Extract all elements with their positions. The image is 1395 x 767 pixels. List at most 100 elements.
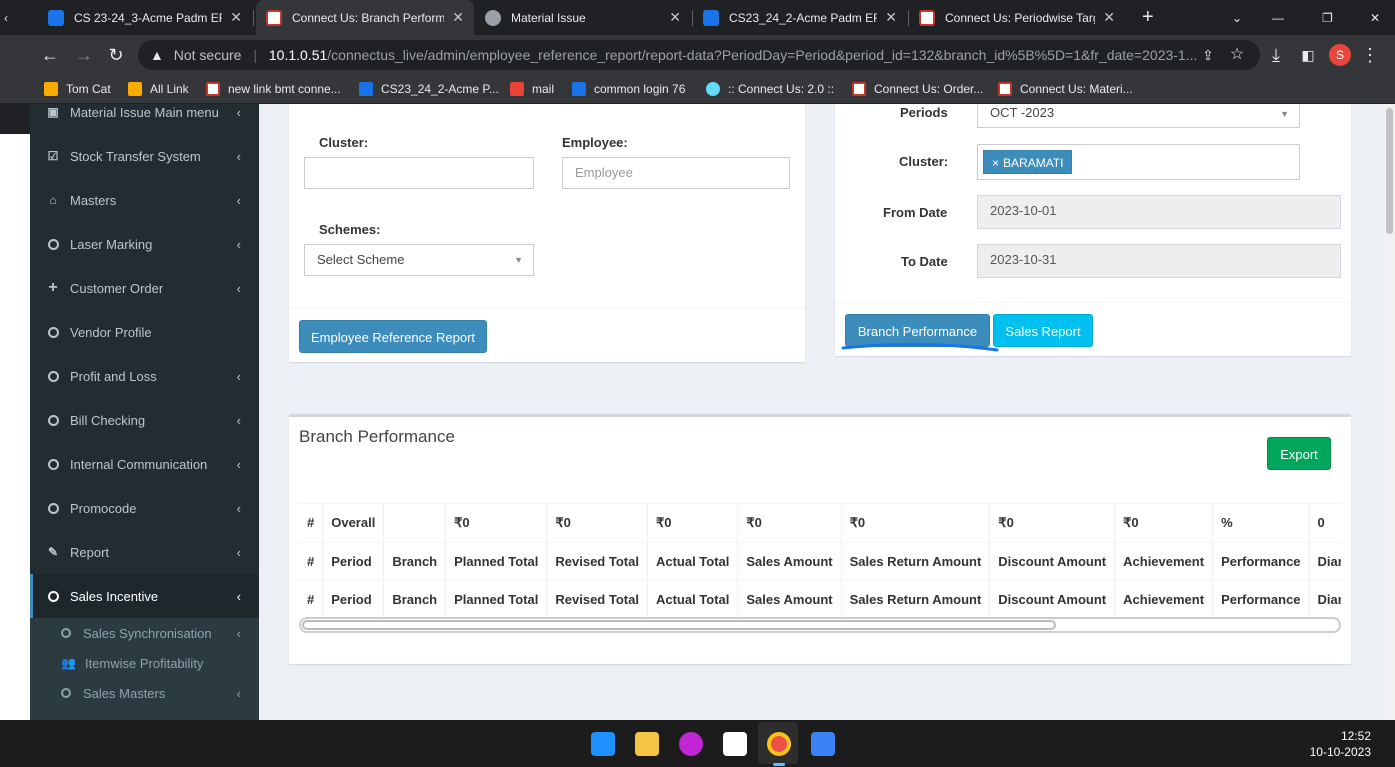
browser-tab-1[interactable]: CS 23-24_3-Acme Padm ERP ✕: [38, 0, 252, 35]
circle-icon: [47, 502, 59, 514]
caret-down-icon: ▼: [514, 255, 523, 265]
page-scrollbar-thumb[interactable]: [1386, 108, 1393, 234]
url-bar[interactable]: ▲ Not secure | 10.1.0.51/connectus_live/…: [138, 40, 1260, 70]
check-square-icon: ☑: [47, 149, 59, 163]
column-header: Branch: [383, 542, 447, 581]
vlc-app-icon[interactable]: [723, 732, 747, 756]
sidebar-item-masters[interactable]: ⌂ Masters ‹: [30, 178, 259, 222]
column-header: Sales Amount: [737, 542, 842, 581]
schemes-select[interactable]: Select Scheme ▼: [304, 244, 534, 276]
react-icon: [706, 82, 720, 96]
sidebar-item-report[interactable]: ✎ Report ‹: [30, 530, 259, 574]
branch-filter-box: Periods OCT -2023 ▼ Cluster: × BARAMATI Fr…: [835, 104, 1351, 356]
bookmark-item[interactable]: :: Connect Us: 2.0 ::: [706, 82, 834, 96]
report-table: # Overall ₹0 ₹0 ₹0 ₹0 ₹0 ₹0 ₹0 % 0 # Per…: [299, 504, 1341, 619]
windows-start-icon[interactable]: [591, 732, 615, 756]
sidebar-item-vendor-profile[interactable]: Vendor Profile: [30, 310, 259, 354]
sidebar-subitem-sales-sync[interactable]: Sales Synchronisation ‹: [30, 618, 259, 648]
browser-tab-5[interactable]: Connect Us: Periodwise Targ ✕: [909, 0, 1125, 35]
circle-icon: [47, 590, 59, 602]
cluster-tag[interactable]: × BARAMATI: [983, 150, 1073, 174]
from-date-input[interactable]: 2023-10-01: [977, 195, 1341, 229]
browser-tab-4[interactable]: CS23_24_2-Acme Padm ERP ✕: [693, 0, 907, 35]
side-panel-icon[interactable]: ◧: [1296, 43, 1320, 67]
column-footer: Revised Total: [546, 580, 648, 619]
page-scrollbar[interactable]: [1384, 104, 1395, 720]
restore-icon[interactable]: ❐: [1312, 0, 1336, 35]
close-tab-icon[interactable]: ✕: [1103, 9, 1115, 26]
sidebar-subitem-itemwise-profitability[interactable]: 👥 Itemwise Profitability: [30, 648, 259, 678]
annotation-underline: [841, 343, 999, 352]
system-clock[interactable]: 12:52 10-10-2023: [1310, 728, 1371, 760]
bookmark-item[interactable]: Connect Us: Order...: [852, 82, 983, 96]
scrollbar-thumb[interactable]: [302, 620, 1056, 630]
forward-arrow-icon[interactable]: →: [72, 43, 96, 67]
bookmark-item[interactable]: common login 76: [572, 82, 685, 96]
sidebar-item-laser-marking[interactable]: Laser Marking ‹: [30, 222, 259, 266]
download-icon[interactable]: ⤓: [1264, 43, 1288, 67]
sales-report-button[interactable]: Sales Report: [993, 314, 1093, 347]
profile-avatar[interactable]: S: [1329, 44, 1351, 66]
column-footer: Sales Amount: [737, 580, 842, 619]
remove-tag-icon[interactable]: ×: [992, 156, 999, 170]
table-cell: ₹0: [841, 504, 991, 543]
tab-search-icon[interactable]: ⌄: [1222, 0, 1246, 35]
sidebar-item-sales-incentive[interactable]: Sales Incentive ‹: [30, 574, 259, 618]
plus-icon: +: [48, 279, 58, 296]
minimize-icon[interactable]: —: [1262, 0, 1286, 35]
bookmark-item[interactable]: Tom Cat: [44, 82, 111, 96]
export-button[interactable]: Export: [1267, 437, 1331, 470]
close-tab-icon[interactable]: ✕: [452, 9, 464, 26]
chevron-left-icon: ‹: [236, 368, 241, 384]
cluster-multiselect[interactable]: × BARAMATI: [977, 144, 1300, 180]
periods-select[interactable]: OCT -2023 ▼: [977, 104, 1300, 128]
sidebar-item-material-issue[interactable]: ▣ Material Issue Main menu ‹: [30, 104, 259, 134]
close-tab-icon[interactable]: ✕: [885, 9, 897, 26]
new-tab-button[interactable]: +: [1132, 0, 1162, 35]
sidebar-item-stock-transfer[interactable]: ☑ Stock Transfer System ‹: [30, 134, 259, 178]
sidebar-item-customer-order[interactable]: + Customer Order ‹: [30, 266, 259, 310]
column-footer: Sales Return Amount: [841, 580, 991, 619]
column-header: Diam: [1309, 542, 1341, 581]
bookmark-star-icon[interactable]: ☆: [1225, 43, 1249, 67]
browser-tab-3[interactable]: Material Issue ✕: [475, 0, 691, 35]
users-icon: 👥: [61, 656, 76, 670]
column-footer: Diam: [1309, 580, 1341, 619]
header-row: # Period Branch Planned Total Revised To…: [299, 542, 1341, 581]
sidebar-subitem-sales-masters[interactable]: Sales Masters ‹: [30, 678, 259, 708]
bookmark-item[interactable]: new link bmt conne...: [206, 82, 341, 96]
tab-scroll-left[interactable]: ‹: [0, 0, 24, 35]
bookmark-item[interactable]: All Link: [128, 82, 189, 96]
close-tab-icon[interactable]: ✕: [230, 9, 242, 26]
bookmark-item[interactable]: CS23_24_2-Acme P...: [359, 82, 499, 96]
chevron-left-icon: ‹: [236, 192, 241, 208]
bookmark-item[interactable]: mail: [510, 82, 554, 96]
to-date-input[interactable]: 2023-10-31: [977, 244, 1341, 278]
menu-kebab-icon[interactable]: ⋮: [1358, 43, 1382, 67]
share-icon[interactable]: ⇪: [1196, 43, 1220, 67]
employee-input[interactable]: Employee: [562, 157, 790, 189]
photos-icon[interactable]: [811, 732, 835, 756]
file-explorer-icon[interactable]: [635, 732, 659, 756]
reload-icon[interactable]: ↻: [104, 43, 128, 67]
table-cell: 0: [1309, 504, 1341, 543]
sidebar-item-bill-checking[interactable]: Bill Checking ‹: [30, 398, 259, 442]
close-tab-icon[interactable]: ✕: [669, 9, 681, 26]
from-date-label: From Date: [883, 205, 948, 220]
browser-tab-2[interactable]: Connect Us: Branch Perform ✕: [256, 0, 474, 35]
sidebar-item-profit-loss[interactable]: Profit and Loss ‹: [30, 354, 259, 398]
back-arrow-icon[interactable]: ←: [38, 43, 62, 67]
cluster-input[interactable]: [304, 157, 534, 189]
window-close-icon[interactable]: ✕: [1360, 0, 1384, 35]
table-cell: Overall: [322, 504, 385, 543]
table-cell: ₹0: [445, 504, 548, 543]
column-footer: Performance: [1212, 580, 1310, 619]
sidebar-item-internal-communication[interactable]: Internal Communication ‹: [30, 442, 259, 486]
horizontal-scrollbar[interactable]: [299, 617, 1341, 633]
sidebar-item-promocode[interactable]: Promocode ‹: [30, 486, 259, 530]
bookmark-item[interactable]: Connect Us: Materi...: [998, 82, 1133, 96]
employee-reference-report-button[interactable]: Employee Reference Report: [299, 320, 487, 353]
wps-office-icon[interactable]: [679, 732, 703, 756]
chevron-left-icon: ‹: [236, 104, 241, 120]
left-edge: [0, 104, 30, 720]
